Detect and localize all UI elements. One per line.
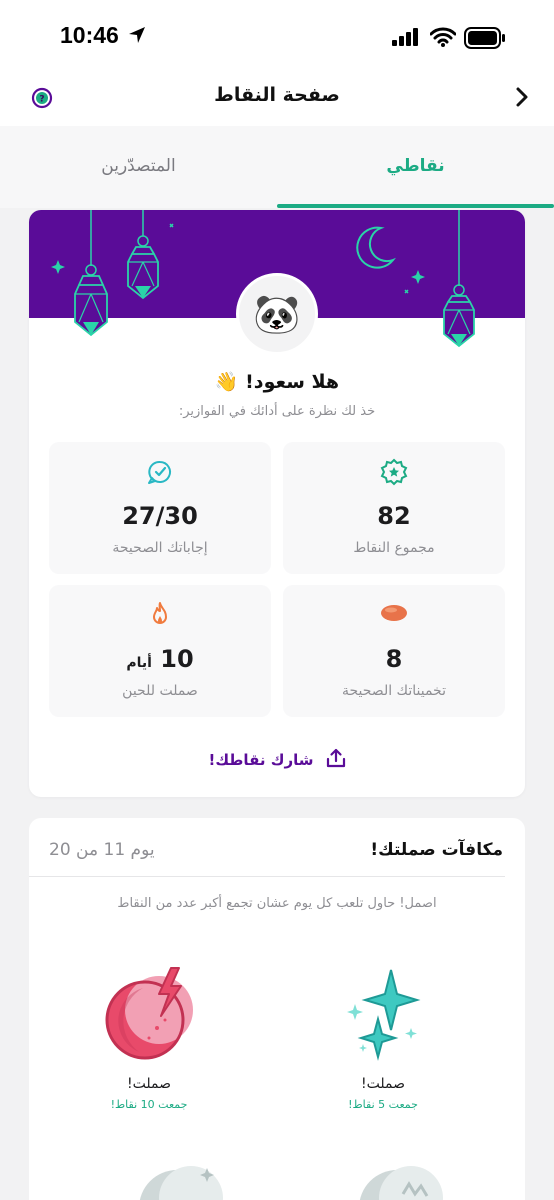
locked-reward-icon: [139, 1166, 223, 1200]
status-bar: 10:46: [0, 0, 554, 70]
avatar: 🐼: [236, 273, 318, 355]
wifi-icon: [429, 27, 457, 51]
correct-answers-value: 27/30: [122, 502, 198, 530]
back-chevron-icon[interactable]: [512, 85, 532, 113]
page-title: صفحة النقاط: [214, 84, 340, 106]
reward-item: صملت! جمعت 10 نقاط!: [49, 964, 249, 1124]
correct-answers-label: إجاباتك الصحيحة: [112, 540, 208, 556]
rewards-title: مكافآت صملتك!: [370, 840, 503, 860]
greeting-subtitle: خذ لك نظرة على أدائك في الفوازير:: [178, 404, 376, 419]
reward-item: صملت! جمعت 5 نقاط!: [283, 964, 483, 1124]
battery-icon: [464, 27, 506, 53]
flame-icon: [49, 601, 271, 629]
active-tab-indicator: [277, 204, 554, 208]
divider: [29, 876, 505, 877]
correct-guesses-value: 8: [385, 645, 403, 673]
reward-title: صملت!: [127, 1076, 171, 1092]
tab-leaderboard[interactable]: المتصدّرين: [0, 156, 277, 176]
locked-reward-icon: [359, 1166, 443, 1200]
share-icon: [326, 748, 346, 772]
streak-label: صملت للحين: [122, 683, 198, 699]
reward-points: جمعت 10 نقاط!: [110, 1098, 188, 1111]
crescent-bolt-icon: [105, 967, 193, 1060]
share-points-button[interactable]: شارك نقاطك!: [29, 748, 525, 772]
reward-points: جمعت 5 نقاط!: [348, 1098, 418, 1111]
stat-correct-guesses: 8 تخميناتك الصحيحة: [283, 585, 505, 717]
stat-total-points: 82 مجموع النقاط: [283, 442, 505, 574]
streak-unit: أيام: [126, 655, 152, 671]
streak-value: 10 أيام: [49, 645, 271, 673]
points-summary-card: 🐼 هلا سعود! 👋 خذ لك نظرة على أدائك في ال…: [29, 210, 525, 797]
greeting-text: هلا سعود! 👋: [214, 371, 340, 393]
nav-bar: ? صفحة النقاط: [0, 70, 554, 126]
rewards-description: اصمل! حاول تلعب كل يوم عشان تجمع أكبر عد…: [117, 896, 437, 911]
total-points-label: مجموع النقاط: [353, 540, 435, 556]
sparkles-icon: [347, 969, 421, 1061]
stat-correct-answers: 27/30 إجاباتك الصحيحة: [49, 442, 271, 574]
streak-number: 10: [160, 645, 194, 673]
rewards-day-label: يوم 11 من 20: [49, 840, 155, 860]
cellular-signal-icon: [392, 28, 420, 50]
chat-check-icon: [49, 458, 271, 486]
reward-title: صملت!: [361, 1076, 405, 1092]
streak-rewards-card: مكافآت صملتك! يوم 11 من 20 اصمل! حاول تل…: [29, 818, 525, 1200]
share-label: شارك نقاطك!: [208, 751, 314, 769]
stat-streak: 10 أيام صملت للحين: [49, 585, 271, 717]
tab-bar: نقاطي المتصدّرين: [0, 126, 554, 208]
status-time: 10:46: [60, 22, 119, 48]
total-points-value: 82: [377, 502, 411, 530]
date-fruit-icon: [283, 601, 505, 625]
correct-guesses-label: تخميناتك الصحيحة: [342, 683, 446, 699]
star-badge-icon: [283, 458, 505, 486]
location-arrow-icon: [128, 26, 146, 48]
tab-my-points[interactable]: نقاطي: [277, 156, 554, 176]
